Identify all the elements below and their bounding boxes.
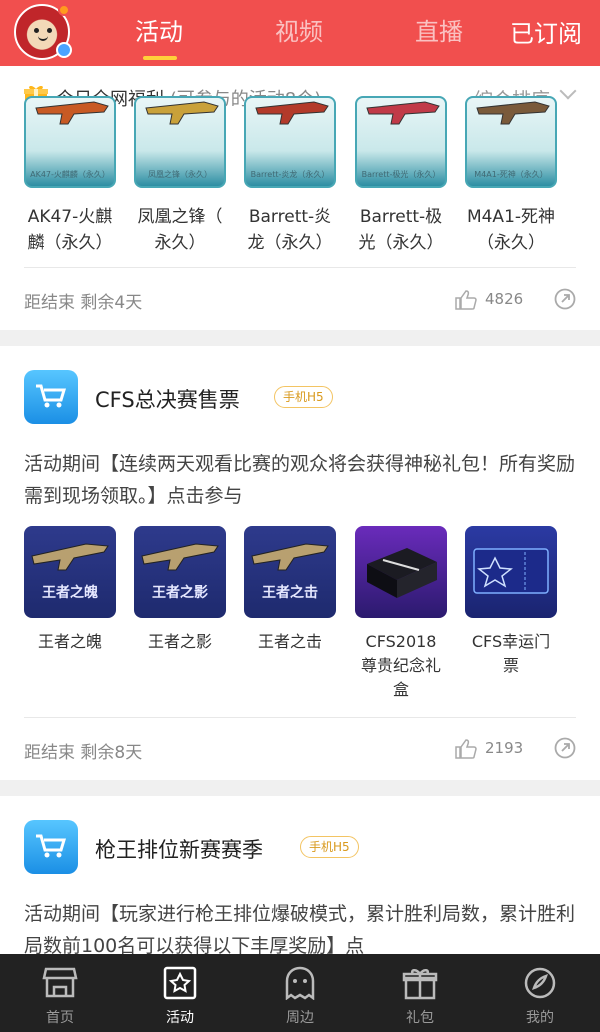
app-icon	[24, 370, 78, 424]
activity-card-2[interactable]: CFS总决赛售票 手机H5 活动期间【连续两天观看比赛的观众将会获得神秘礼包！所…	[0, 346, 600, 780]
reward-name: CFS幸运门 票	[471, 632, 551, 675]
reward-thumbnail[interactable]: Barrett-炎龙（永久）	[244, 96, 336, 188]
nav-home[interactable]: 首页	[0, 954, 120, 1032]
notification-dot	[58, 4, 70, 16]
like-count: 4826	[485, 290, 524, 308]
divider	[24, 267, 576, 268]
reward-thumbnail[interactable]: 王者之魄	[24, 526, 116, 618]
tab-live[interactable]: 直播	[415, 12, 463, 47]
weapon-image	[366, 101, 440, 125]
subscribed-button[interactable]: 已订阅	[510, 14, 582, 49]
like-icon[interactable]	[455, 739, 477, 759]
reward-name: 凤凰之锋（ 永久）	[137, 207, 223, 253]
bottom-nav: 首页 活动 周边 礼包 我的	[0, 954, 600, 1032]
activity-card-1: AK47-火麒麟（永久） AK47-火麒 麟（永久） 凤凰之锋（永久） 凤凰之锋（ 永…	[0, 96, 600, 330]
reward-thumbnail[interactable]	[465, 526, 557, 618]
platform-tag: 手机H5	[300, 836, 359, 858]
remaining-time: 距结束 剩余8天	[24, 743, 143, 763]
thumbnail-caption: 王者之魄	[42, 585, 98, 601]
avatar[interactable]	[14, 4, 72, 60]
reward-thumbnail[interactable]: 凤凰之锋（永久）	[134, 96, 226, 188]
reward-name: M4A1-死神 （永久）	[466, 207, 556, 253]
ticket-image	[473, 548, 549, 594]
reward-name: Barrett-炎 龙（永久）	[247, 207, 333, 253]
weapon-caption: Barrett-炎龙（永久）	[250, 170, 330, 179]
nav-gift[interactable]: 礼包	[360, 954, 480, 1032]
activity-title: CFS总决赛售票	[95, 388, 240, 412]
activity-description: 活动期间【玩家进行枪王排位爆破模式，累计胜利局数，累计胜利局数前100名可以获得…	[24, 903, 576, 957]
weapon-image	[476, 101, 550, 125]
ghost-icon	[285, 966, 315, 1000]
nav-label: 周边	[286, 1010, 314, 1026]
cart-icon	[36, 384, 67, 408]
compass-icon	[524, 967, 556, 999]
top-header: 活动 视频 直播 已订阅	[0, 0, 600, 66]
reward-name: 王者之影	[147, 632, 212, 651]
nav-peripherals[interactable]: 周边	[240, 954, 360, 1032]
reward-name: CFS2018 尊贵纪念礼 盒	[360, 632, 441, 699]
weapon-image	[141, 543, 219, 571]
reward-name: 王者之击	[257, 632, 322, 651]
reward-name: 王者之魄	[37, 632, 102, 651]
weapon-caption: 凤凰之锋（永久）	[148, 170, 212, 179]
nav-label: 活动	[166, 1010, 194, 1026]
weapon-image	[255, 101, 329, 125]
nav-label: 首页	[46, 1010, 74, 1026]
reward-thumbnail[interactable]: M4A1-死神（永久）	[465, 96, 557, 188]
share-icon[interactable]	[554, 288, 576, 310]
reward-thumbnail[interactable]	[355, 526, 447, 618]
app-icon	[24, 820, 78, 874]
weapon-caption: Barrett-极光（永久）	[361, 170, 441, 179]
tab-activity[interactable]: 活动	[135, 12, 183, 47]
like-icon[interactable]	[455, 290, 477, 310]
reward-thumbnail[interactable]: 王者之影	[134, 526, 226, 618]
share-icon[interactable]	[554, 737, 576, 759]
weapon-caption: AK47-火麒麟（永久）	[30, 170, 110, 179]
activity-description: 活动期间【连续两天观看比赛的观众将会获得神秘礼包！所有奖励需到现场领取。】点击参…	[24, 453, 576, 507]
reward-name: AK47-火麒 麟（永久）	[27, 207, 113, 253]
nav-activity[interactable]: 活动	[120, 954, 240, 1032]
chevron-down-icon[interactable]	[559, 82, 577, 100]
weapon-image	[35, 101, 109, 125]
avatar-face	[32, 28, 54, 42]
nav-label: 礼包	[406, 1010, 434, 1026]
thumbnail-caption: 王者之影	[152, 585, 208, 601]
store-icon	[42, 967, 78, 998]
weapon-image	[145, 101, 219, 125]
remaining-time: 距结束 剩余4天	[24, 293, 143, 313]
cart-icon	[36, 834, 67, 858]
divider	[24, 717, 576, 718]
activity-card-3[interactable]: 枪王排位新赛赛季 手机H5 活动期间【玩家进行枪王排位爆破模式，累计胜利局数，累…	[0, 796, 600, 957]
platform-tag: 手机H5	[274, 386, 333, 408]
like-count: 2193	[485, 739, 524, 757]
activity-title: 枪王排位新赛赛季	[95, 838, 263, 862]
nav-mine[interactable]: 我的	[480, 954, 600, 1032]
star-frame-icon	[163, 966, 197, 1000]
tab-video[interactable]: 视频	[275, 12, 323, 47]
weapon-image	[251, 543, 329, 571]
user-badge-icon	[56, 42, 72, 58]
thumbnail-caption: 王者之击	[262, 585, 318, 601]
weapon-image	[31, 543, 109, 571]
reward-thumbnail[interactable]: Barrett-极光（永久）	[355, 96, 447, 188]
active-tab-indicator	[143, 56, 177, 60]
gift-box-icon	[402, 969, 438, 1000]
weapon-caption: M4A1-死神（永久）	[474, 170, 548, 179]
gift-box-image	[367, 548, 437, 598]
reward-thumbnail[interactable]: 王者之击	[244, 526, 336, 618]
reward-name: Barrett-极 光（永久）	[358, 207, 444, 253]
nav-label: 我的	[526, 1010, 554, 1026]
reward-thumbnail[interactable]: AK47-火麒麟（永久）	[24, 96, 116, 188]
